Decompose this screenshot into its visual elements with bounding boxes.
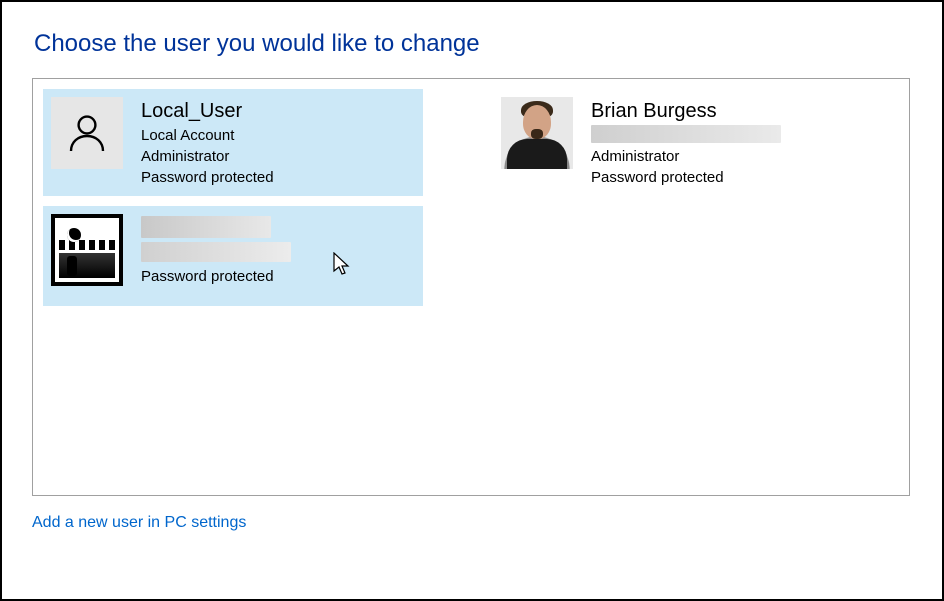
avatar-photo [501, 97, 573, 169]
add-user-link[interactable]: Add a new user in PC settings [32, 514, 246, 532]
user-detail: Password protected [141, 167, 415, 188]
user-info: Brian Burgess Administrator Password pro… [591, 97, 865, 188]
redacted-email [591, 125, 781, 143]
page-heading: Choose the user you would like to change [34, 30, 912, 58]
users-grid: Local_User Local Account Administrator P… [43, 89, 899, 306]
user-card-local-user[interactable]: Local_User Local Account Administrator P… [43, 89, 423, 196]
person-icon [51, 97, 123, 169]
user-detail: Administrator [591, 146, 865, 167]
avatar-photo [51, 214, 123, 286]
user-detail: Password protected [141, 266, 415, 287]
user-card-redacted[interactable]: Password protected [43, 206, 423, 306]
users-container: Local_User Local Account Administrator P… [32, 78, 910, 496]
user-detail: Local Account [141, 125, 415, 146]
user-detail: Administrator [141, 146, 415, 167]
redacted-name [141, 216, 271, 238]
user-detail: Password protected [591, 167, 865, 188]
user-name: Brian Burgess [591, 99, 865, 123]
user-info: Local_User Local Account Administrator P… [141, 97, 415, 188]
user-card-brian-burgess[interactable]: Brian Burgess Administrator Password pro… [493, 89, 873, 196]
user-info: Password protected [141, 214, 415, 287]
user-name: Local_User [141, 99, 415, 123]
redacted-email [141, 242, 291, 262]
